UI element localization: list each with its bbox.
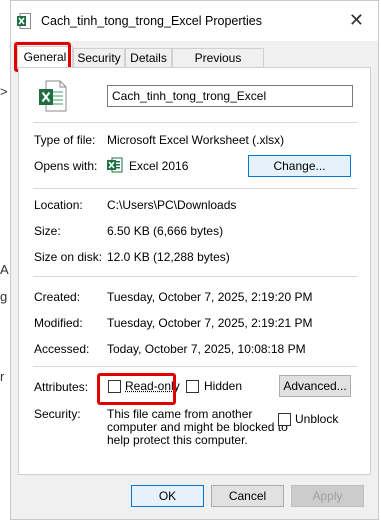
security-message-line: help protect this computer. [107,433,248,447]
security-message-line: computer and might be blocked to [107,420,288,434]
unblock-label[interactable]: Unblock [295,412,338,426]
opens-with-label: Opens with: [34,159,98,173]
ok-button[interactable]: OK [131,485,204,507]
separator [33,122,357,123]
general-panel: Type of file: Microsoft Excel Worksheet … [18,67,371,475]
cancel-button[interactable]: Cancel [211,485,284,507]
tab-security[interactable]: Security [73,48,125,67]
background-fragment: > [0,84,8,99]
close-icon[interactable]: ✕ [349,10,364,30]
hidden-checkbox[interactable] [186,380,199,393]
excel-file-icon [17,13,31,29]
size-label: Size: [34,224,61,238]
separator [33,188,357,189]
excel-app-icon [107,157,123,173]
excel-file-large-icon [39,80,67,112]
attributes-label: Attributes: [34,380,89,394]
security-message-line: This file came from another [107,407,253,421]
file-name-input[interactable] [107,85,353,107]
location-label: Location: [34,198,83,212]
created-value: Tuesday, October 7, 2025, 2:19:20 PM [107,290,313,304]
hidden-label[interactable]: Hidden [204,379,242,393]
location-value: C:\Users\PC\Downloads [107,198,237,212]
type-of-file-value: Microsoft Excel Worksheet (.xlsx) [107,133,285,147]
accessed-value: Today, October 7, 2025, 10:08:18 PM [107,342,306,356]
modified-label: Modified: [34,316,83,330]
title-bar: Cach_tinh_tong_trong_Excel Properties ✕ [11,1,378,41]
change-button[interactable]: Change... [248,155,351,177]
tab-details[interactable]: Details [125,48,172,67]
size-on-disk-value: 12.0 KB (12,288 bytes) [107,250,230,264]
background-fragment: g [0,289,8,304]
modified-value: Tuesday, October 7, 2025, 2:19:21 PM [107,316,313,330]
tab-general[interactable]: General [17,46,73,69]
unblock-checkbox[interactable] [278,413,291,426]
advanced-button[interactable]: Advanced... [279,375,351,397]
read-only-checkbox[interactable] [108,380,121,393]
apply-button[interactable]: Apply [291,485,364,507]
read-only-label[interactable]: Read-only [125,379,180,393]
separator [33,366,357,367]
background-fragment: A [0,262,9,277]
properties-dialog: Cach_tinh_tong_trong_Excel Properties ✕ … [10,0,379,520]
background-fragment: r [0,369,5,384]
separator [33,276,357,277]
window-title: Cach_tinh_tong_trong_Excel Properties [41,14,262,28]
created-label: Created: [34,290,81,304]
tab-previous-versions[interactable]: Previous Versions [172,48,264,83]
type-of-file-label: Type of file: [34,133,96,147]
opens-with-value: Excel 2016 [129,159,189,173]
size-value: 6.50 KB (6,666 bytes) [107,224,224,238]
security-label: Security: [34,407,81,421]
background-window-edge: > A g r [0,0,10,522]
size-on-disk-label: Size on disk: [34,250,103,264]
accessed-label: Accessed: [34,342,90,356]
